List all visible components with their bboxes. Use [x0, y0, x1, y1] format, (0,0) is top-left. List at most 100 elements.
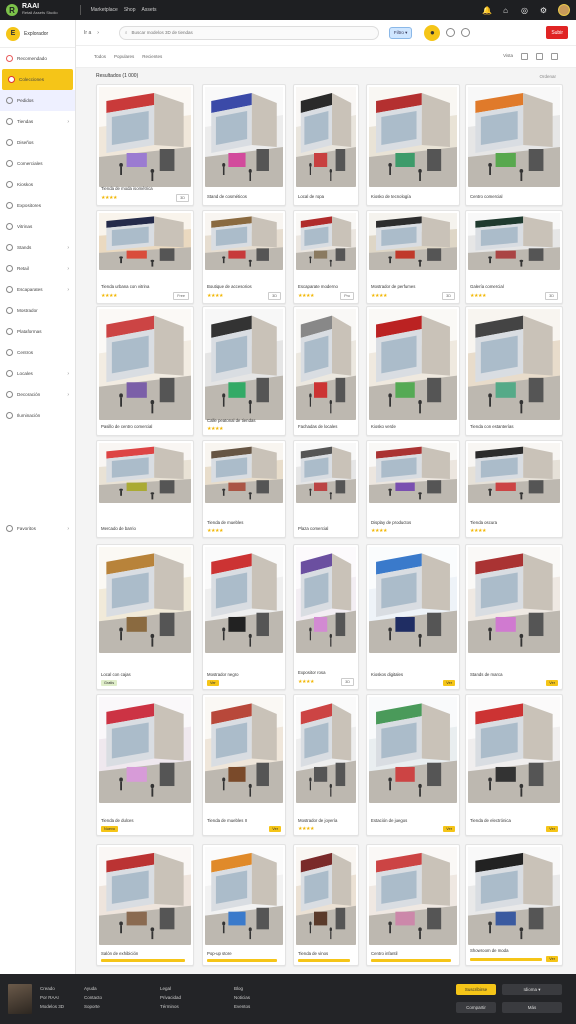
asset-card[interactable]: Showroom de moda Ver: [465, 844, 563, 966]
card-tag[interactable]: Nuevo: [101, 826, 118, 832]
subscribe-button[interactable]: Suscribirse: [456, 984, 496, 995]
sidebar-item[interactable]: Comerciales: [0, 153, 75, 174]
asset-card[interactable]: Stands de marca Ver: [465, 544, 563, 690]
sidebar-item[interactable]: Decoración ›: [0, 384, 75, 405]
sidebar-item[interactable]: Mostrador: [0, 300, 75, 321]
asset-thumbnail[interactable]: [296, 697, 356, 803]
asset-card[interactable]: Pop-up store: [202, 844, 286, 966]
nav-back[interactable]: Ir a ›: [84, 30, 99, 36]
top-link-1[interactable]: Marketplace: [91, 7, 118, 13]
card-tag[interactable]: Ver: [546, 826, 558, 832]
footer-link[interactable]: Blog: [234, 984, 250, 993]
sidebar-item[interactable]: Pedidos: [0, 90, 75, 111]
card-title[interactable]: Display de productos: [371, 520, 455, 525]
card-title[interactable]: Escaparate moderno: [298, 284, 354, 289]
asset-thumbnail[interactable]: [296, 443, 356, 503]
top-link-2[interactable]: Shop: [124, 7, 136, 13]
asset-card[interactable]: Galería comercial ★★★★ 3D: [465, 210, 563, 304]
card-title[interactable]: Tienda de muebles: [207, 520, 281, 525]
grid-view-icon[interactable]: [521, 53, 528, 60]
card-tag[interactable]: Ver: [546, 680, 558, 686]
more-button[interactable]: Más: [502, 1002, 562, 1013]
asset-thumbnail[interactable]: [205, 847, 283, 945]
asset-card[interactable]: Kiosko verde: [366, 306, 460, 436]
sidebar-item[interactable]: Colecciones: [2, 69, 73, 90]
asset-card[interactable]: Centro comercial: [465, 84, 563, 206]
sidebar-item[interactable]: Tiendas ›: [0, 111, 75, 132]
card-title[interactable]: Kioskos digitales: [371, 672, 455, 677]
sidebar-item[interactable]: Favoritos ›: [0, 518, 75, 539]
compact-view-icon[interactable]: [551, 53, 558, 60]
asset-card[interactable]: Centro infantil: [366, 844, 460, 966]
asset-thumbnail[interactable]: [369, 309, 457, 420]
card-title[interactable]: Tienda de vinos: [298, 951, 354, 956]
footer-link[interactable]: Ayuda: [84, 984, 102, 993]
footer-link[interactable]: Por RAAI: [40, 993, 64, 1002]
asset-card[interactable]: Salón de exhibición: [96, 844, 194, 966]
card-title[interactable]: Fachadas de locales: [298, 424, 354, 429]
footer-link[interactable]: Soporte: [84, 1002, 102, 1011]
card-title[interactable]: Stand de cosméticos: [207, 194, 281, 199]
share-button[interactable]: Compartir: [456, 1002, 496, 1013]
card-title[interactable]: Pasillo de centro comercial: [101, 424, 189, 429]
asset-thumbnail[interactable]: [468, 213, 560, 270]
card-title[interactable]: Centro comercial: [470, 194, 558, 199]
search-input[interactable]: [131, 30, 352, 35]
asset-thumbnail[interactable]: [369, 697, 457, 803]
card-tag[interactable]: Ver: [269, 826, 281, 832]
card-title[interactable]: Expositor rosa: [298, 670, 354, 675]
footer-link[interactable]: Legal: [160, 984, 181, 993]
asset-card[interactable]: Tienda de vinos: [293, 844, 359, 966]
asset-thumbnail[interactable]: [369, 213, 457, 270]
asset-card[interactable]: Tienda de muebles ★★★★: [202, 440, 286, 538]
card-title[interactable]: Boutique de accesorios: [207, 284, 281, 289]
card-tag[interactable]: Ver: [443, 680, 455, 686]
asset-thumbnail[interactable]: [468, 309, 560, 420]
footer-link[interactable]: Términos: [160, 1002, 181, 1011]
asset-thumbnail[interactable]: [205, 309, 283, 420]
asset-thumbnail[interactable]: [369, 547, 457, 653]
sidebar-item[interactable]: Centros: [0, 342, 75, 363]
asset-card[interactable]: Local de ropa: [293, 84, 359, 206]
asset-thumbnail[interactable]: [369, 87, 457, 187]
card-title[interactable]: Mostrador de perfumes: [371, 284, 455, 289]
asset-card[interactable]: Kiosko de tecnología: [366, 84, 460, 206]
sidebar-item[interactable]: Locales ›: [0, 363, 75, 384]
asset-thumbnail[interactable]: [369, 443, 457, 503]
asset-card[interactable]: Mostrador de perfumes ★★★★ 3D: [366, 210, 460, 304]
sidebar-item[interactable]: Expositores: [0, 195, 75, 216]
card-title[interactable]: Plaza comercial: [298, 526, 354, 531]
card-title[interactable]: Tienda con estanterías: [470, 424, 558, 429]
asset-card[interactable]: Tienda de muebles II Ver: [202, 694, 286, 836]
asset-card[interactable]: Fachadas de locales: [293, 306, 359, 436]
logo-icon[interactable]: R: [6, 4, 18, 16]
asset-thumbnail[interactable]: [296, 847, 356, 945]
sidebar-item[interactable]: Escaparates ›: [0, 279, 75, 300]
settings-icon[interactable]: ⚙: [539, 6, 548, 15]
asset-card[interactable]: Tienda de electrónica Ver: [465, 694, 563, 836]
asset-card[interactable]: Tienda con estanterías: [465, 306, 563, 436]
sidebar-item[interactable]: Stands ›: [0, 237, 75, 258]
footer-link[interactable]: Modelos 3D: [40, 1002, 64, 1011]
asset-thumbnail[interactable]: [296, 547, 356, 653]
footer-link[interactable]: Eventos: [234, 1002, 250, 1011]
card-tag[interactable]: Free: [173, 292, 189, 300]
card-tag[interactable]: 3D: [545, 292, 558, 300]
card-tag[interactable]: Gratis: [101, 680, 118, 686]
sidebar-item[interactable]: Iluminación: [0, 405, 75, 426]
card-title[interactable]: Galería comercial: [470, 284, 558, 289]
coin-icon[interactable]: ●: [424, 24, 441, 41]
asset-thumbnail[interactable]: [468, 547, 560, 653]
card-title[interactable]: Salón de exhibición: [101, 951, 189, 956]
card-title[interactable]: Local con cajas: [101, 672, 189, 677]
card-title[interactable]: Tienda oscura: [470, 520, 558, 525]
asset-card[interactable]: Tienda oscura ★★★★: [465, 440, 563, 538]
asset-thumbnail[interactable]: [205, 547, 283, 653]
card-tag[interactable]: Ver: [207, 680, 219, 686]
asset-thumbnail[interactable]: [205, 87, 283, 187]
asset-thumbnail[interactable]: [205, 697, 283, 803]
upload-button[interactable]: Subir: [546, 26, 568, 39]
sidebar-item[interactable]: Kioskos: [0, 174, 75, 195]
asset-card[interactable]: Display de productos ★★★★: [366, 440, 460, 538]
globe-icon[interactable]: ◎: [520, 6, 529, 15]
